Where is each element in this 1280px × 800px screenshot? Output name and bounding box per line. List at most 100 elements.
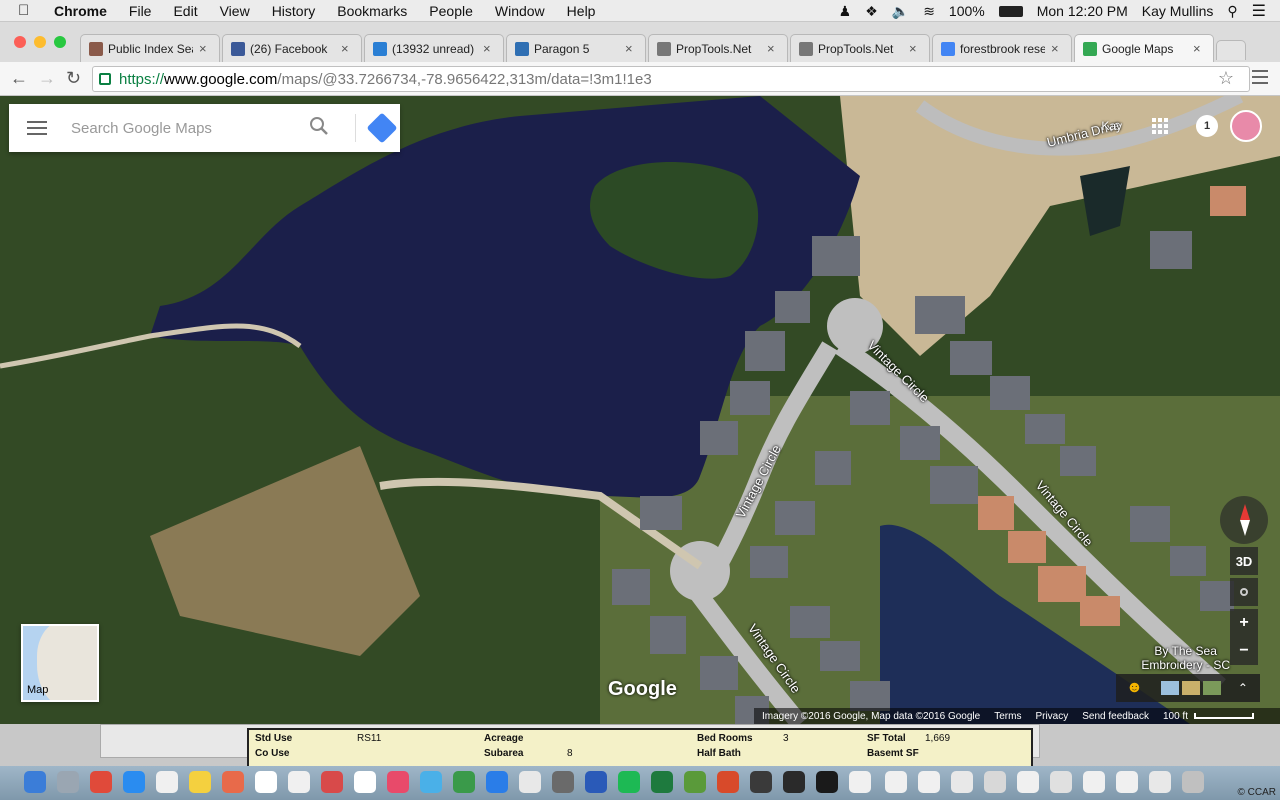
tab-4[interactable]: Paragon 5 × (506, 34, 646, 62)
printer-icon[interactable] (783, 771, 805, 793)
imagery-thumbnail[interactable] (1160, 681, 1179, 695)
menu-edit[interactable]: Edit (173, 3, 197, 19)
close-tab-icon[interactable]: × (625, 41, 639, 56)
minimize-window-button[interactable] (34, 36, 46, 48)
imagery-thumbnail[interactable] (1202, 681, 1221, 695)
app-store-icon[interactable] (420, 771, 442, 793)
tab-1[interactable]: Public Index Sea × (80, 34, 220, 62)
menu-help[interactable]: Help (567, 3, 596, 19)
avatar[interactable] (1230, 110, 1262, 142)
3d-button[interactable]: 3D (1230, 547, 1258, 575)
pegman-icon[interactable]: ☻ (1126, 679, 1143, 697)
directions-icon[interactable] (366, 112, 398, 144)
menu-history[interactable]: History (272, 3, 316, 19)
notification-badge[interactable]: 1 (1196, 115, 1218, 137)
menu-window[interactable]: Window (495, 3, 545, 19)
hamburger-menu-icon[interactable] (27, 117, 47, 139)
spotlight-search-icon[interactable]: ⚲ (1227, 3, 1237, 20)
downloads-icon[interactable] (1149, 771, 1171, 793)
spotify-icon[interactable] (618, 771, 640, 793)
satellite-map[interactable]: Umbria Drive Vintage Circle Vintage Circ… (0, 96, 1280, 724)
search-input[interactable] (71, 119, 301, 137)
contacts-icon[interactable] (156, 771, 178, 793)
zoom-in-button[interactable]: + (1230, 609, 1258, 637)
textedit-icon[interactable] (288, 771, 310, 793)
menu-people[interactable]: People (429, 3, 473, 19)
search-icon[interactable] (309, 116, 329, 138)
close-tab-icon[interactable]: × (199, 41, 213, 56)
notification-center-icon[interactable]: ☰ (1252, 1, 1266, 21)
finder-icon[interactable] (24, 771, 46, 793)
send-feedback-link[interactable]: Send feedback (1082, 711, 1149, 722)
safari-icon[interactable] (123, 771, 145, 793)
printer-icon[interactable] (816, 771, 838, 793)
launchpad-icon[interactable] (57, 771, 79, 793)
system-preferences-icon[interactable] (519, 771, 541, 793)
document-icon[interactable] (1083, 771, 1105, 793)
calendar-icon[interactable] (222, 771, 244, 793)
document-icon[interactable] (918, 771, 940, 793)
zoom-out-button[interactable]: − (1230, 637, 1258, 665)
folder-icon[interactable] (984, 771, 1006, 793)
other-app-icon[interactable] (684, 771, 706, 793)
chrome-menu-icon[interactable] (1252, 70, 1268, 88)
chevron-up-icon[interactable]: ⌃ (1238, 681, 1248, 695)
back-arrow-icon[interactable]: ← (10, 68, 28, 89)
privacy-link[interactable]: Privacy (1035, 711, 1068, 722)
music-icon[interactable] (387, 771, 409, 793)
tab-8[interactable]: Google Maps × (1074, 34, 1214, 62)
close-tab-icon[interactable]: × (767, 41, 781, 56)
tab-2[interactable]: (26) Facebook × (222, 34, 362, 62)
new-tab-button[interactable] (1216, 40, 1246, 60)
imagery-thumbnail[interactable] (1181, 681, 1200, 695)
user-name[interactable]: Kay Mullins (1142, 3, 1214, 19)
apple-icon[interactable]:  (18, 2, 38, 19)
close-tab-icon[interactable]: × (1193, 41, 1207, 56)
document-icon[interactable] (1017, 771, 1039, 793)
messages-icon[interactable] (552, 771, 574, 793)
close-window-button[interactable] (14, 36, 26, 48)
word-icon[interactable] (585, 771, 607, 793)
bookmark-star-icon[interactable]: ☆ (1218, 68, 1234, 89)
chrome-icon[interactable] (90, 771, 112, 793)
excel-icon[interactable] (651, 771, 673, 793)
dropbox-icon[interactable]: ❖ (865, 3, 878, 20)
reminders-icon[interactable] (255, 771, 277, 793)
acrobat-icon[interactable] (717, 771, 739, 793)
map-layer-toggle[interactable]: Map (21, 624, 99, 702)
mail-app-icon[interactable] (486, 771, 508, 793)
forward-arrow-icon[interactable]: → (38, 68, 56, 89)
account-name[interactable]: Kay (1101, 119, 1122, 133)
trash-icon[interactable] (1182, 771, 1204, 793)
reload-icon[interactable]: ↻ (66, 68, 81, 89)
battery-icon[interactable] (998, 5, 1023, 17)
scale-label[interactable]: 100 ft (1163, 711, 1188, 722)
photos-icon[interactable] (321, 771, 343, 793)
close-tab-icon[interactable]: × (483, 41, 497, 56)
tab-5[interactable]: PropTools.Net × (648, 34, 788, 62)
notes-icon[interactable] (189, 771, 211, 793)
tab-6[interactable]: PropTools.Net × (790, 34, 930, 62)
menu-view[interactable]: View (220, 3, 250, 19)
satellite-imagery[interactable] (0, 96, 1280, 724)
document-icon[interactable] (1050, 771, 1072, 793)
document-icon[interactable] (885, 771, 907, 793)
menu-file[interactable]: File (129, 3, 152, 19)
address-bar[interactable]: https://www.google.com/maps/@33.7266734,… (92, 66, 1250, 92)
document-icon[interactable] (1116, 771, 1138, 793)
apps-grid-icon[interactable] (1152, 118, 1168, 134)
menu-bookmarks[interactable]: Bookmarks (337, 3, 407, 19)
printer-icon[interactable] (750, 771, 772, 793)
close-tab-icon[interactable]: × (341, 41, 355, 56)
scale-bar[interactable] (1194, 713, 1254, 719)
clock[interactable]: Mon 12:20 PM (1037, 3, 1128, 19)
close-tab-icon[interactable]: × (909, 41, 923, 56)
close-tab-icon[interactable]: × (1051, 41, 1065, 56)
user-silhouette-icon[interactable]: ♟ (839, 3, 852, 20)
my-location-icon[interactable] (1230, 578, 1258, 606)
maps-app-icon[interactable] (453, 771, 475, 793)
tab-3[interactable]: (13932 unread) × (364, 34, 504, 62)
poi-label[interactable]: By The Sea Embroidery - SC (1141, 644, 1230, 672)
wifi-icon[interactable]: ≋ (923, 3, 935, 20)
terms-link[interactable]: Terms (994, 711, 1021, 722)
